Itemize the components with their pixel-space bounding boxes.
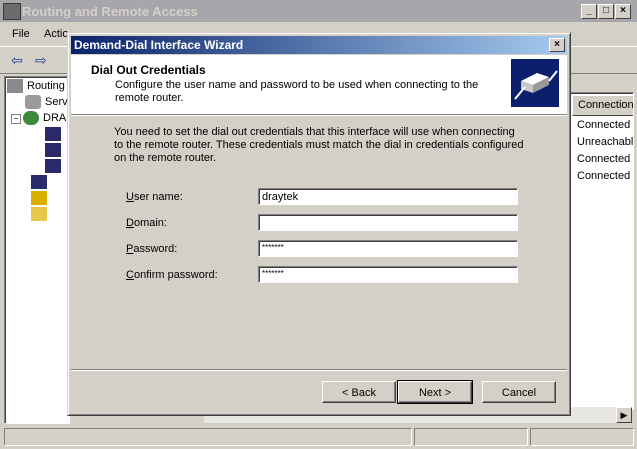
confirm-password-input[interactable]: *******: [258, 266, 518, 283]
app-icon: [3, 3, 21, 20]
domain-input[interactable]: [258, 214, 518, 231]
details-list: Connection Connected Unreachabl Connecte…: [569, 92, 634, 410]
tree-item[interactable]: [45, 159, 65, 175]
back-button[interactable]: < Back: [322, 381, 396, 403]
window-title: Routing and Remote Access: [22, 4, 198, 19]
status-panel: [414, 428, 528, 446]
tree-item[interactable]: [31, 207, 51, 223]
confirm-password-label: Confirm password:: [126, 269, 218, 281]
network-icon: [45, 127, 61, 141]
back-arrow-icon[interactable]: ⇦: [8, 51, 26, 69]
status-bar: [0, 426, 637, 446]
network-icon: [31, 175, 47, 189]
tree-item[interactable]: [31, 191, 51, 207]
password-label: Password:: [126, 243, 178, 255]
wizard-header: Dial Out Credentials Configure the user …: [71, 55, 567, 115]
collapse-icon[interactable]: −: [11, 113, 21, 124]
minimize-icon[interactable]: _: [581, 4, 597, 19]
domain-label: Domain:: [126, 217, 167, 229]
header-subtitle: Configure the user name and password to …: [115, 79, 479, 104]
console-tree: Routing Serv − DRA: [4, 76, 70, 424]
dialog-titlebar[interactable]: Demand-Dial Interface Wizard ×: [71, 36, 567, 54]
network-icon: [45, 159, 61, 173]
network-cable-icon: [511, 59, 559, 107]
tree-item[interactable]: [31, 175, 51, 191]
menu-file[interactable]: File: [12, 28, 30, 40]
computer-icon: [7, 79, 23, 93]
instruction-text: You need to set the dial out credentials…: [114, 126, 524, 164]
maximize-icon[interactable]: □: [598, 4, 614, 19]
status-panel: [530, 428, 634, 446]
folder-icon: [31, 207, 47, 221]
network-icon: [45, 143, 61, 157]
policy-icon: [31, 191, 47, 205]
list-item[interactable]: Connected: [577, 170, 630, 182]
next-button[interactable]: Next >: [397, 380, 473, 404]
tree-item-server[interactable]: Serv: [25, 95, 68, 111]
password-input[interactable]: *******: [258, 240, 518, 257]
dialog-title: Demand-Dial Interface Wizard: [74, 38, 244, 52]
scroll-right-icon[interactable]: ▶: [616, 407, 632, 423]
cancel-button[interactable]: Cancel: [482, 381, 556, 403]
tree-item[interactable]: [45, 127, 65, 143]
tree-item-routing[interactable]: Routing: [7, 79, 65, 95]
wizard-dialog: Demand-Dial Interface Wizard × Dial Out …: [67, 32, 571, 416]
close-icon[interactable]: ×: [549, 38, 565, 52]
menu-action[interactable]: Actio: [44, 28, 68, 40]
column-header-connection[interactable]: Connection: [572, 95, 633, 116]
header-title: Dial Out Credentials: [91, 63, 206, 77]
window-titlebar: Routing and Remote Access _ □ ×: [0, 0, 637, 22]
user-name-input[interactable]: draytek: [258, 188, 518, 205]
server-status-icon: [23, 111, 39, 125]
tree-item-dra[interactable]: − DRA: [11, 111, 66, 127]
list-item[interactable]: Connected: [577, 153, 630, 165]
divider: [71, 369, 567, 371]
forward-arrow-icon[interactable]: ⇨: [32, 51, 50, 69]
divider: [71, 115, 567, 116]
list-item[interactable]: Connected: [577, 119, 630, 131]
server-icon: [25, 95, 41, 109]
status-panel: [4, 428, 412, 446]
user-name-label: User name:: [126, 191, 183, 203]
close-icon[interactable]: ×: [615, 4, 631, 19]
list-item[interactable]: Unreachabl: [577, 136, 633, 148]
tree-item[interactable]: [45, 143, 65, 159]
